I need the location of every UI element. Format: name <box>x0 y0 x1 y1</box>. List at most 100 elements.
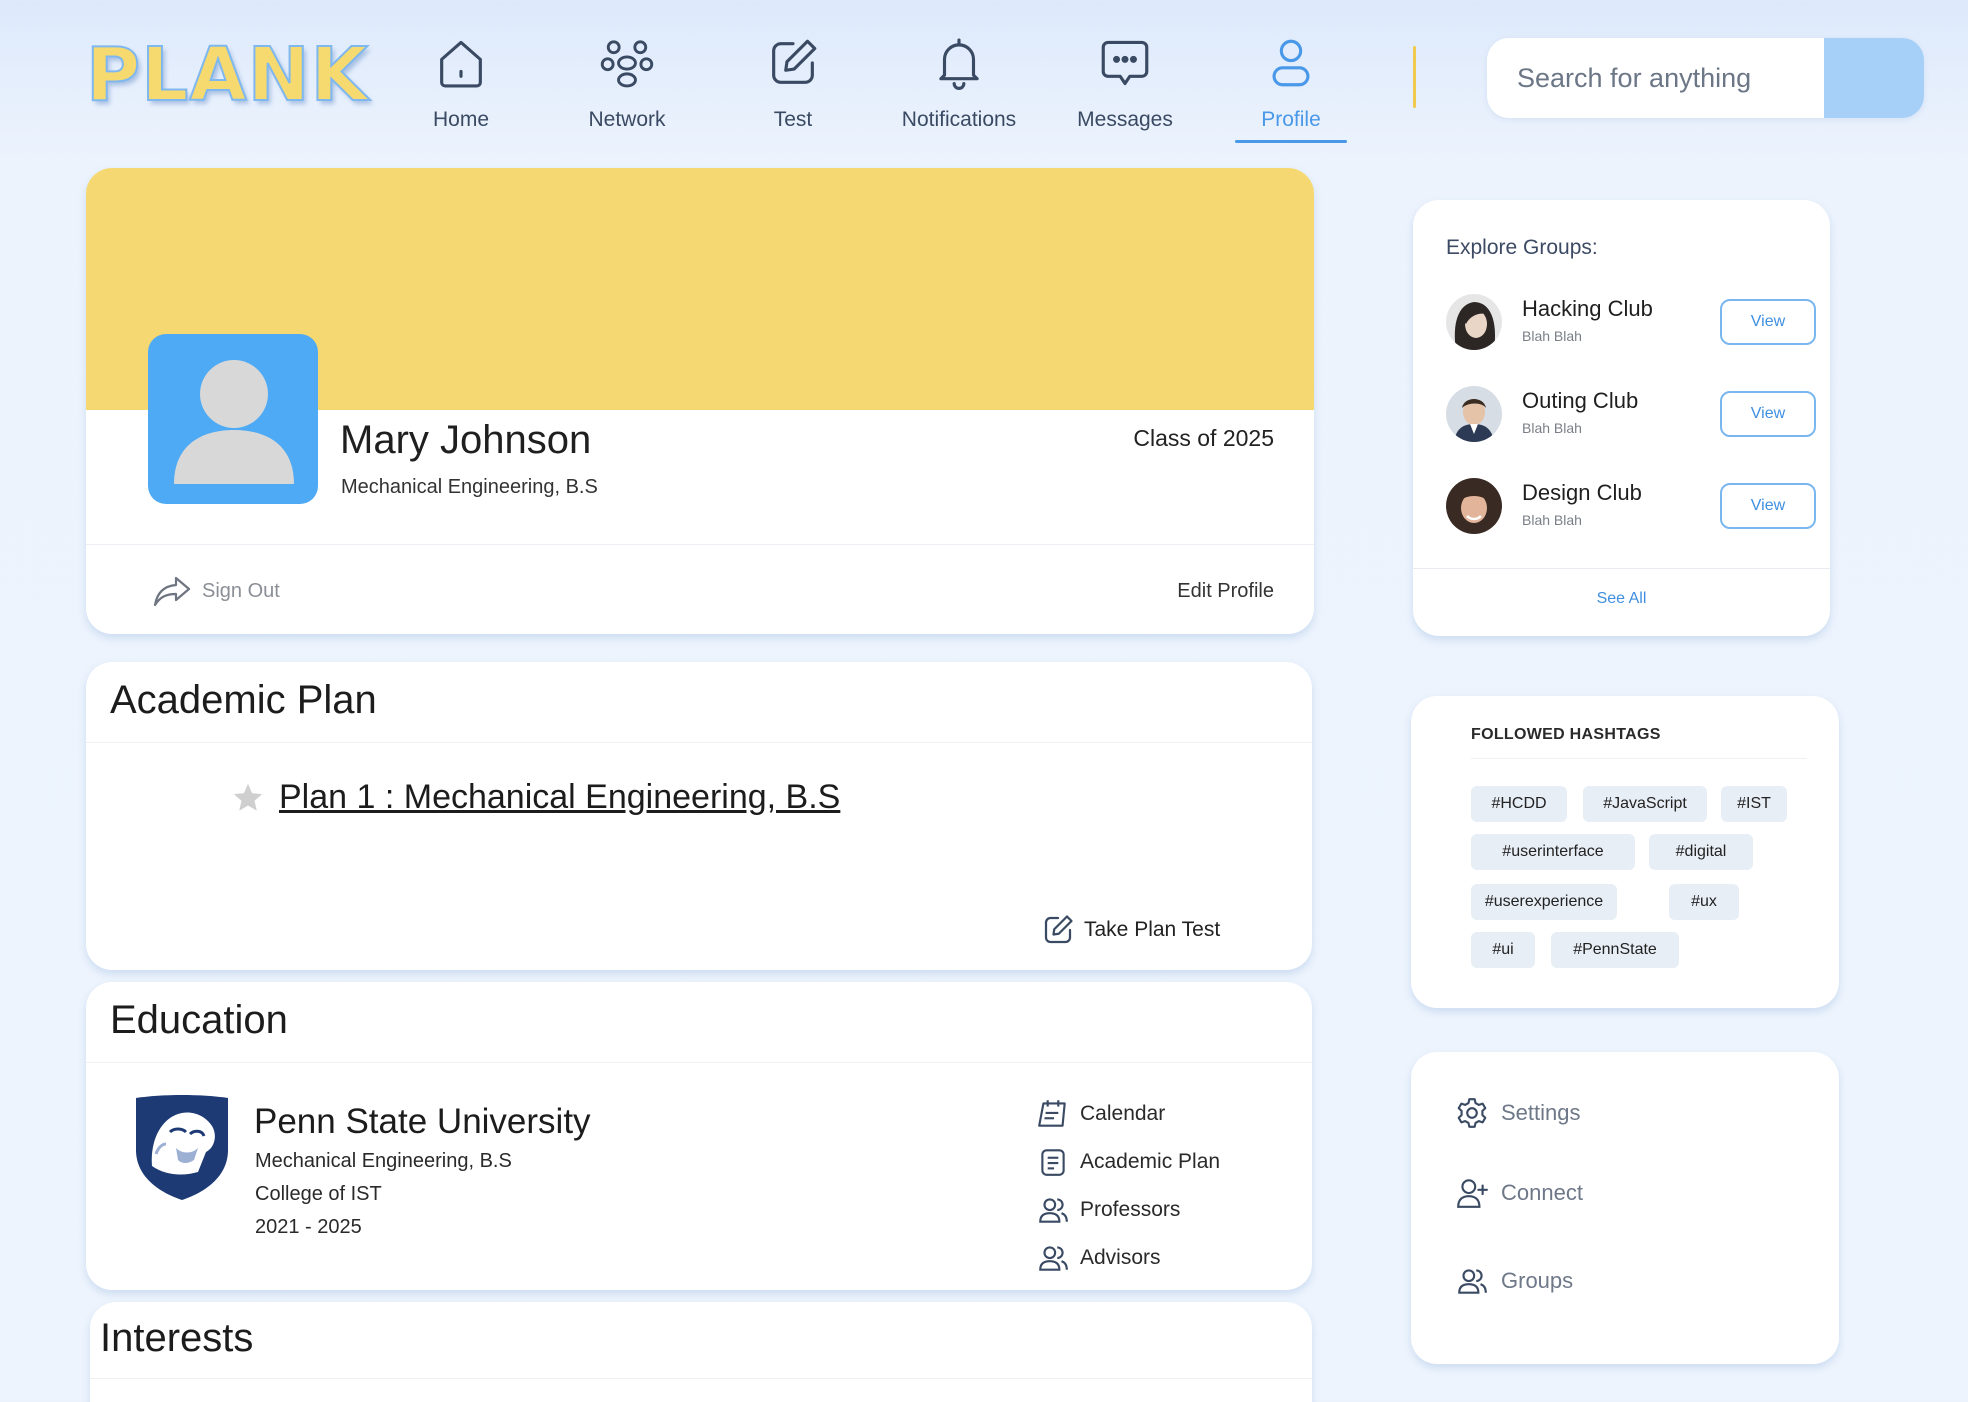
take-plan-test-button[interactable]: Take Plan Test <box>1040 912 1220 948</box>
users-icon <box>1039 1246 1068 1271</box>
view-group-button[interactable]: View <box>1720 391 1816 437</box>
nav-home-label: Home <box>432 108 490 131</box>
nav-profile[interactable]: Profile <box>1206 30 1376 145</box>
nav-home[interactable]: Home <box>376 30 546 145</box>
network-icon <box>600 40 654 88</box>
interests-title: Interests <box>100 1316 254 1360</box>
add-user-icon <box>1457 1179 1488 1208</box>
group-name: Outing Club <box>1522 388 1639 413</box>
calendar-icon <box>1038 1100 1066 1127</box>
school-name: Penn State University <box>254 1102 591 1141</box>
edit-icon <box>1044 915 1073 944</box>
divider <box>1471 758 1807 759</box>
group-description: Blah Blah <box>1522 512 1582 528</box>
group-avatar <box>1446 386 1502 442</box>
take-plan-test-label: Take Plan Test <box>1084 918 1221 941</box>
settings-link[interactable]: Settings <box>1455 1096 1581 1130</box>
advisors-label: Advisors <box>1080 1246 1161 1269</box>
group-description: Blah Blah <box>1522 328 1582 344</box>
plan-link[interactable]: Plan 1 : Mechanical Engineering, B.S <box>231 778 840 817</box>
followed-hashtags-card: FOLLOWED HASHTAGS #HCDD #JavaScript #IST… <box>1411 696 1839 1008</box>
star-icon <box>233 783 263 811</box>
penn-state-logo <box>132 1092 232 1207</box>
profile-major: Mechanical Engineering, B.S <box>341 476 598 498</box>
explore-groups-title: Explore Groups: <box>1446 236 1598 259</box>
nav-messages[interactable]: Messages <box>1040 30 1210 145</box>
divider <box>86 742 1312 743</box>
edit-icon <box>772 39 817 84</box>
interests-card: Interests <box>90 1302 1312 1402</box>
nav-test[interactable]: Test <box>708 30 878 145</box>
hashtag-chip[interactable]: #userexperience <box>1471 884 1617 920</box>
app-logo[interactable]: PLANK <box>85 37 369 113</box>
group-item: Outing Club Blah Blah View <box>1446 386 1816 446</box>
groups-link[interactable]: Groups <box>1455 1264 1573 1298</box>
avatar[interactable] <box>148 334 318 504</box>
search-button[interactable] <box>1824 38 1924 118</box>
hashtags-title: FOLLOWED HASHTAGS <box>1471 726 1661 743</box>
profile-name: Mary Johnson <box>340 418 592 462</box>
hashtag-chip[interactable]: #ux <box>1669 884 1739 920</box>
education-card: Education Penn State University Mechanic… <box>86 982 1312 1290</box>
sign-out-button[interactable]: Sign Out <box>152 574 280 608</box>
hashtag-chip[interactable]: #HCDD <box>1471 786 1567 822</box>
education-title: Education <box>110 998 288 1042</box>
group-item: Hacking Club Blah Blah View <box>1446 294 1816 354</box>
nav-network-label: Network <box>588 108 666 131</box>
divider <box>86 544 1314 545</box>
divider <box>1413 568 1830 569</box>
group-name: Hacking Club <box>1522 296 1653 321</box>
professors-link[interactable]: Professors <box>1036 1186 1220 1234</box>
home-icon <box>440 40 482 88</box>
academic-plan-title: Academic Plan <box>110 678 377 722</box>
divider <box>90 1378 1312 1379</box>
profile-card: Mary Johnson Mechanical Engineering, B.S… <box>86 168 1314 634</box>
hashtag-chip[interactable]: #JavaScript <box>1583 786 1707 822</box>
education-links: Calendar Academic Plan Professors Adviso… <box>1036 1090 1220 1282</box>
divider <box>86 1062 1312 1063</box>
group-avatar <box>1446 478 1502 534</box>
plan-link-label: Plan 1 : Mechanical Engineering, B.S <box>279 778 841 816</box>
group-name: Design Club <box>1522 480 1642 505</box>
users-icon <box>1039 1198 1068 1223</box>
academic-plan-card: Academic Plan Plan 1 : Mechanical Engine… <box>86 662 1312 970</box>
view-group-button[interactable]: View <box>1720 483 1816 529</box>
academic-plan-label: Academic Plan <box>1080 1150 1221 1173</box>
advisors-link[interactable]: Advisors <box>1036 1234 1220 1282</box>
hashtag-chip[interactable]: #digital <box>1649 834 1753 870</box>
connect-link[interactable]: Connect <box>1455 1176 1583 1210</box>
hashtag-chip[interactable]: #ui <box>1471 932 1535 968</box>
school-degree: Mechanical Engineering, B.S <box>255 1150 512 1172</box>
calendar-link[interactable]: Calendar <box>1036 1090 1220 1138</box>
academic-plan-link[interactable]: Academic Plan <box>1036 1138 1220 1186</box>
bell-icon <box>939 38 979 90</box>
view-group-button[interactable]: View <box>1720 299 1816 345</box>
calendar-label: Calendar <box>1080 1102 1166 1125</box>
professors-label: Professors <box>1080 1198 1181 1221</box>
group-item: Design Club Blah Blah View <box>1446 478 1816 538</box>
school-college: College of IST <box>255 1183 382 1205</box>
nav-network[interactable]: Network <box>542 30 712 145</box>
hashtag-chip[interactable]: #PennState <box>1551 932 1679 968</box>
see-all-link[interactable]: See All <box>1413 590 1830 608</box>
nav-messages-label: Messages <box>1077 108 1173 131</box>
group-avatar <box>1446 294 1502 350</box>
search-input[interactable] <box>1487 38 1823 118</box>
share-arrow-icon <box>153 576 191 607</box>
hashtag-chip[interactable]: #IST <box>1721 786 1787 822</box>
nav-notifications[interactable]: Notifications <box>874 30 1044 145</box>
class-year: Class of 2025 <box>1133 425 1274 451</box>
user-icon <box>1272 39 1310 87</box>
group-description: Blah Blah <box>1522 420 1582 436</box>
edit-profile-button[interactable]: Edit Profile <box>1177 580 1274 603</box>
groups-label: Groups <box>1501 1268 1574 1293</box>
hashtag-chip[interactable]: #userinterface <box>1471 834 1635 870</box>
connect-label: Connect <box>1501 1180 1583 1205</box>
nav-profile-label: Profile <box>1261 108 1321 131</box>
header-divider <box>1413 46 1416 108</box>
users-icon <box>1458 1269 1487 1294</box>
chat-icon <box>1101 40 1149 86</box>
side-menu-card: Settings Connect Groups <box>1411 1052 1839 1364</box>
nav-test-label: Test <box>773 108 813 131</box>
school-years: 2021 - 2025 <box>255 1216 362 1238</box>
